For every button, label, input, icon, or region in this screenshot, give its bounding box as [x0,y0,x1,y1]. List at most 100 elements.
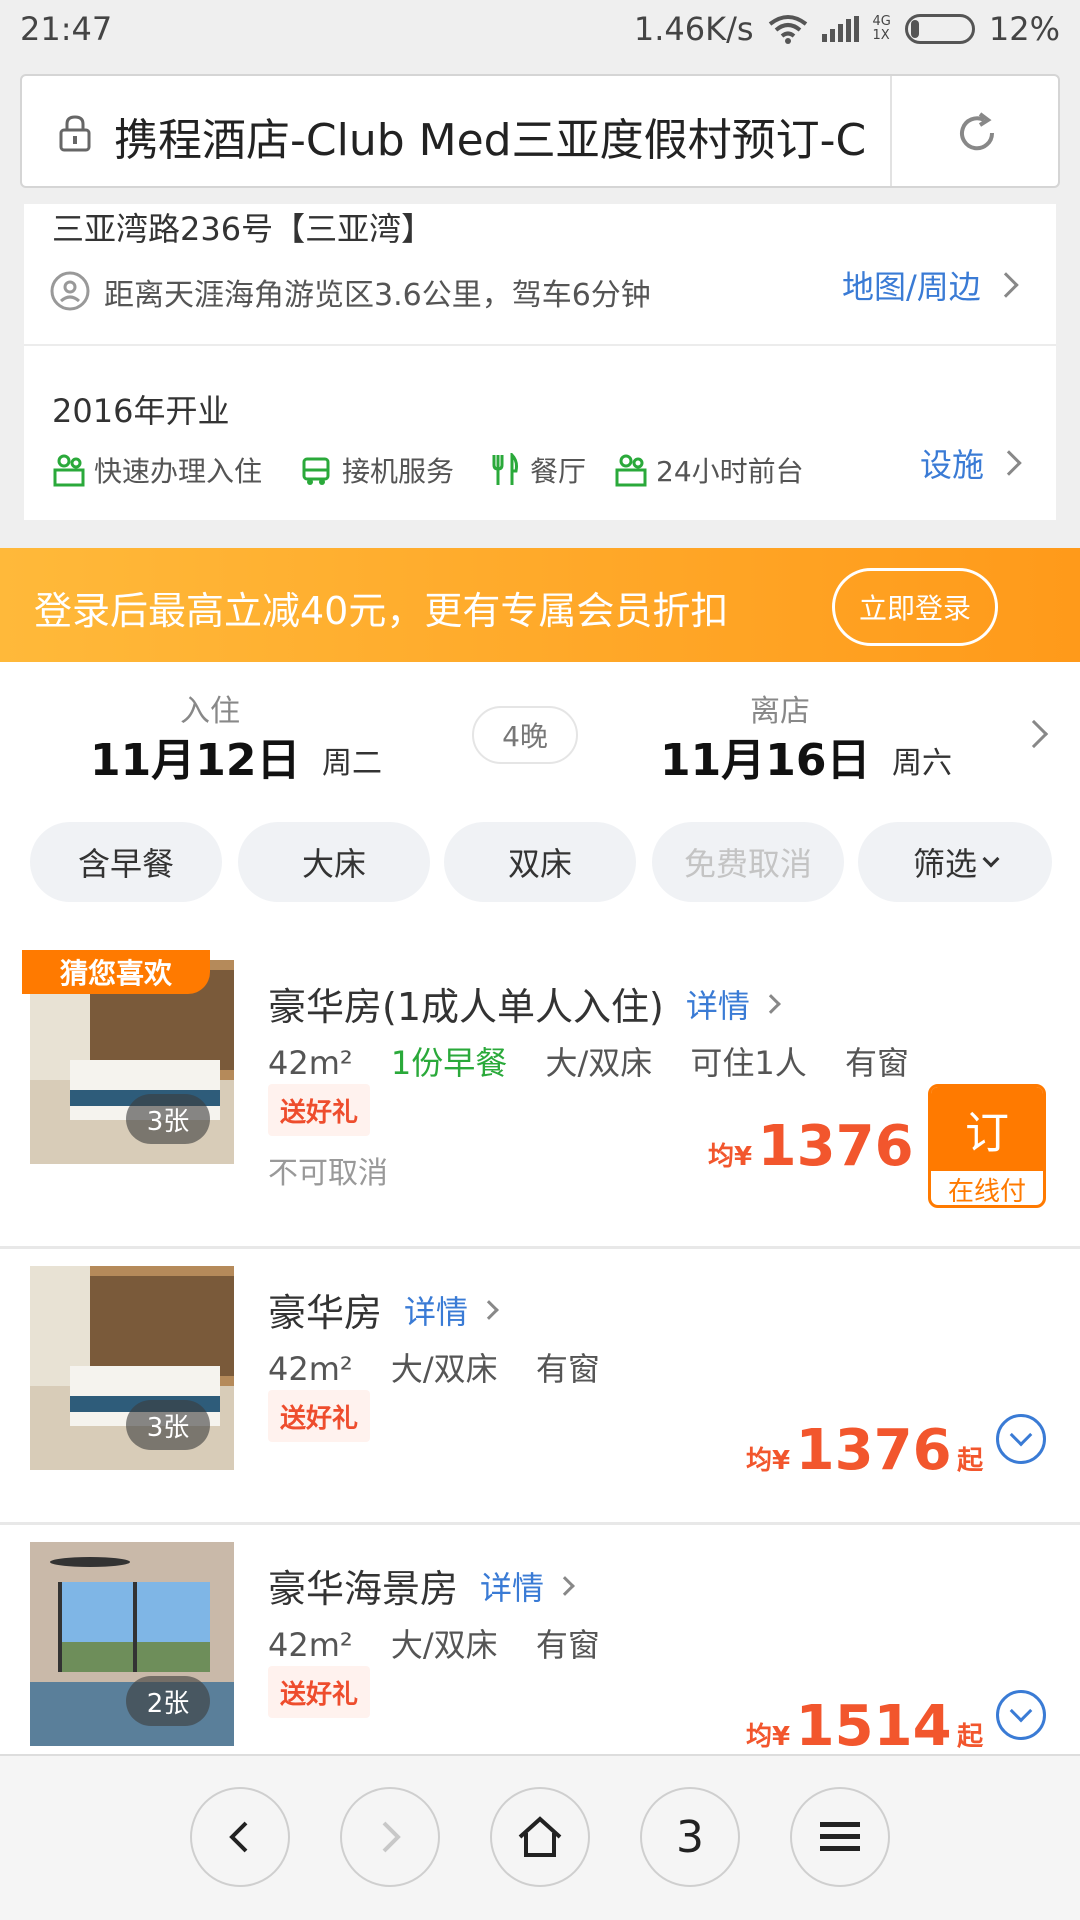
facility-restaurant: 餐厅 [488,450,586,490]
login-promo-banner: 登录后最高立减40元，更有专属会员折扣 立即登录 [0,548,1080,662]
back-button[interactable] [190,1787,290,1887]
room-specs: 42m² 大/双床 有窗 [268,1344,600,1390]
facility-fast-checkin: 快速办理入住 [52,450,262,490]
price-value: 1514 [795,1694,952,1754]
checkin-block[interactable]: 入住 11月12日 周二 [90,686,410,786]
home-button[interactable] [490,1787,590,1887]
hamburger-menu-icon [820,1822,860,1851]
expand-room-button[interactable] [996,1414,1046,1464]
filter-king-bed[interactable]: 大床 [238,822,430,902]
url-text[interactable]: 携程酒店-Club Med三亚度假村预订-C [114,104,894,168]
map-nearby-label: 地图/周边 [842,268,981,306]
room-window: 有窗 [535,1350,600,1388]
login-button[interactable]: 立即登录 [832,568,998,646]
price-suffix: 起 [957,1722,984,1752]
chevron-right-icon [760,993,781,1014]
facility-label: 24小时前台 [656,455,804,488]
room-divider [0,1522,1080,1525]
home-icon [518,1816,562,1857]
people-icon [615,454,647,487]
price-prefix: 均¥ [708,1142,753,1172]
filter-free-cancel[interactable]: 免费取消 [652,822,844,902]
gift-tag: 送好礼 [268,1666,371,1718]
room-price: 均¥ 1514 起 [746,1694,983,1754]
arrow-right-icon [382,1821,401,1853]
expand-room-button[interactable] [996,1690,1046,1740]
room-breakfast: 1份早餐 [390,1044,508,1082]
filter-more-label: 筛选 [912,845,977,883]
photo-count: 3张 [126,1094,210,1144]
room-window: 有窗 [844,1044,909,1082]
facility-label: 餐厅 [530,455,587,488]
room-detail-link[interactable]: 详情 [480,1563,544,1609]
recommend-badge: 猜您喜欢 [22,950,210,994]
filter-twin-bed[interactable]: 双床 [444,822,636,902]
room-name: 豪华房 [268,1291,383,1335]
chevron-down-icon [1009,1423,1033,1447]
photo-count: 3张 [126,1400,210,1450]
room-bed: 大/双床 [390,1626,498,1664]
address-bar[interactable]: 携程酒店-Club Med三亚度假村预订-C [20,74,1060,188]
forward-button[interactable] [340,1787,440,1887]
filter-more[interactable]: 筛选 [858,822,1052,902]
lock-icon [59,115,91,152]
arrow-left-icon [229,1821,248,1853]
room-window: 有窗 [535,1626,600,1664]
room-title[interactable]: 豪华海景房 详情 [268,1558,575,1613]
cell-signal-icon [821,16,859,42]
chevron-right-icon [993,272,1019,298]
photo-count: 2张 [126,1676,210,1726]
hotel-info-card: 三亚湾路236号【三亚湾】 距离天涯海角游览区3.6公里，驾车6分钟 地图/周边… [24,204,1056,520]
price-value: 1376 [757,1114,914,1179]
reload-icon[interactable] [954,110,1000,156]
pay-online-label: 在线付 [947,1176,1026,1207]
room-title[interactable]: 豪华房 详情 [268,1282,499,1337]
room-name: 豪华房(1成人单人入住) [268,985,664,1029]
price-prefix: 均¥ [746,1446,791,1476]
facility-airport-pickup: 接机服务 [300,450,454,490]
shuttle-bus-icon [302,457,330,485]
wifi-icon [768,15,807,44]
room-photo[interactable]: 3张 [30,1266,234,1470]
filter-breakfast[interactable]: 含早餐 [30,822,222,902]
card-divider [24,344,1056,346]
room-title[interactable]: 豪华房(1成人单人入住) 详情 [268,976,781,1031]
address-bar-divider [890,76,892,186]
room-detail-link[interactable]: 详情 [686,981,750,1027]
fork-knife-icon [492,453,518,485]
checkout-block[interactable]: 离店 11月16日 周六 [660,686,980,786]
room-photo[interactable]: 2张 [30,1542,234,1746]
facility-label: 接机服务 [342,455,455,488]
room-bed: 大/双床 [390,1350,498,1388]
promo-text: 登录后最高立减40元，更有专属会员折扣 [34,589,729,633]
chevron-right-icon [996,450,1022,476]
gift-tag: 送好礼 [268,1084,371,1136]
facility-24h-front-desk: 24小时前台 [614,450,804,490]
network-speed: 1.46K/s [633,10,754,48]
tabs-button[interactable]: 3 [640,1787,740,1887]
hotel-opened-year: 2016年开业 [52,392,230,430]
gift-tag: 送好礼 [268,1390,371,1442]
room-specs: 42m² 1份早餐 大/双床 可住1人 有窗 [268,1038,909,1084]
map-nearby-link[interactable]: 地图/周边 [842,262,1019,308]
room-name: 豪华海景房 [268,1567,459,1611]
chevron-down-icon [982,850,1000,868]
location-pin-icon [50,271,90,311]
people-icon [53,454,85,487]
status-time: 21:47 [20,10,113,48]
room-occupancy: 可住1人 [690,1044,807,1082]
page-content: 三亚湾路236号【三亚湾】 距离天涯海角游览区3.6公里，驾车6分钟 地图/周边… [0,204,1080,1754]
facilities-label: 设施 [920,446,985,484]
browser-bottom-nav: 3 [0,1754,1080,1920]
checkin-date: 11月12日 [90,735,301,786]
menu-button[interactable] [790,1787,890,1887]
room-detail-link[interactable]: 详情 [404,1287,468,1333]
price-value: 1376 [795,1418,952,1483]
chevron-right-icon [555,1575,575,1596]
room-price: 均¥ 1376 [708,1114,914,1179]
nights-badge: 4晚 [472,706,578,764]
status-right: 1.46K/s 4G 1X 12% [634,10,1060,48]
facilities-link[interactable]: 设施 [920,440,1022,486]
book-button[interactable]: 订 在线付 [928,1084,1046,1208]
room-area: 42m² [268,1350,353,1388]
